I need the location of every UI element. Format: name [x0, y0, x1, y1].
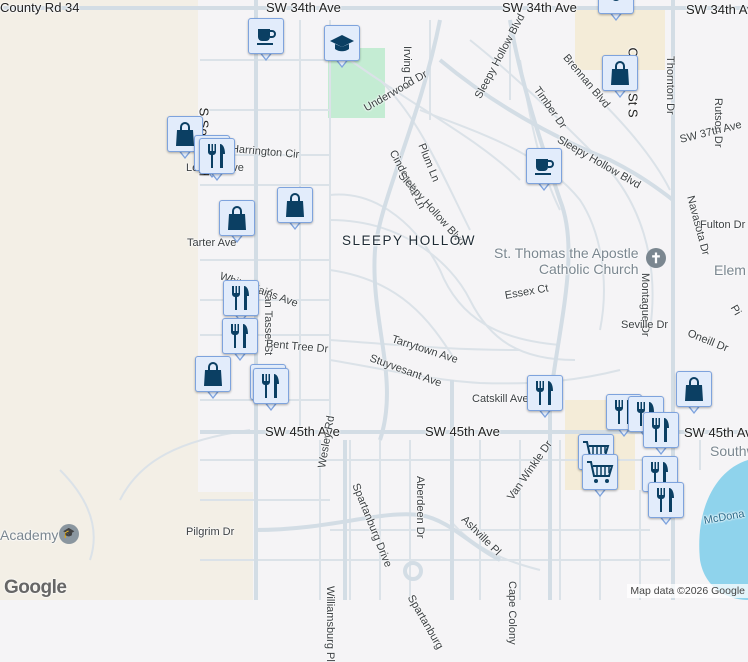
restaurant-icon [648, 482, 684, 518]
academy-label[interactable]: Academy [0, 527, 58, 543]
street-label: SW 34th Ave [502, 0, 577, 15]
shopping-marker[interactable] [277, 187, 313, 231]
poi-label: Southw [710, 443, 748, 459]
street-label: Aberdeen Dr [414, 476, 426, 539]
restaurant-icon [253, 368, 289, 404]
restaurant-marker[interactable] [253, 368, 289, 412]
rural-area [0, 0, 198, 600]
restaurant-icon [199, 138, 235, 174]
grocery-icon [582, 454, 618, 490]
restaurant-icon [223, 280, 259, 316]
street-label: SW 34th Ave [686, 2, 748, 17]
shopping-icon [602, 55, 638, 91]
street-label: Williamsburg Pl [324, 586, 336, 662]
street-label: Fulton Dr [700, 219, 746, 231]
street-label: Catskill Ave [472, 393, 529, 405]
street-label: Cape Colony [506, 581, 518, 645]
street-label: SW 34th Ave [266, 0, 341, 15]
church-icon[interactable]: ✝ [646, 248, 666, 268]
shopping-icon [277, 187, 313, 223]
street-label: Spartanburg [404, 593, 446, 652]
other-marker[interactable] [598, 0, 634, 22]
restaurant-icon [222, 318, 258, 354]
church-label[interactable]: St. Thomas the Apostle Catholic Church [494, 245, 639, 277]
shopping-marker[interactable] [676, 371, 712, 415]
coffee-icon [248, 18, 284, 54]
school-icon[interactable]: 🎓 [59, 524, 79, 544]
street-label: Pilgrim Dr [186, 526, 235, 538]
grocery-marker[interactable] [582, 454, 618, 498]
school-icon [324, 25, 360, 61]
shopping-marker[interactable] [602, 55, 638, 99]
shopping-marker[interactable] [219, 200, 255, 244]
google-logo: Google [4, 577, 67, 598]
street-label: Seville Dr [621, 319, 669, 331]
street-label: SW 45th Ave [684, 425, 748, 440]
neighborhood-label: SLEEPY HOLLOW [342, 233, 477, 248]
shopping-icon [676, 371, 712, 407]
restaurant-marker[interactable] [199, 138, 235, 182]
restaurant-icon [527, 375, 563, 411]
restaurant-marker[interactable] [648, 482, 684, 526]
other-icon [598, 0, 634, 14]
coffee-marker[interactable] [248, 18, 284, 62]
coffee-marker[interactable] [526, 148, 562, 192]
church-name-line2: Catholic Church [538, 261, 639, 277]
shopping-icon [219, 200, 255, 236]
map-attribution[interactable]: Map data ©2026 Google [627, 584, 748, 598]
restaurant-marker[interactable] [527, 375, 563, 419]
church-name-line1: St. Thomas the Apostle [494, 245, 639, 261]
shopping-icon [195, 356, 231, 392]
restaurant-icon [643, 412, 679, 448]
street-label: County Rd 34 [0, 0, 80, 15]
school-marker[interactable] [324, 25, 360, 69]
poi-label: Elem [714, 262, 746, 278]
shopping-marker[interactable] [195, 356, 231, 400]
restaurant-marker[interactable] [643, 412, 679, 456]
street-label: SW 45th Ave [425, 424, 500, 439]
coffee-icon [526, 148, 562, 184]
street-label: Thornton Dr [664, 56, 676, 115]
